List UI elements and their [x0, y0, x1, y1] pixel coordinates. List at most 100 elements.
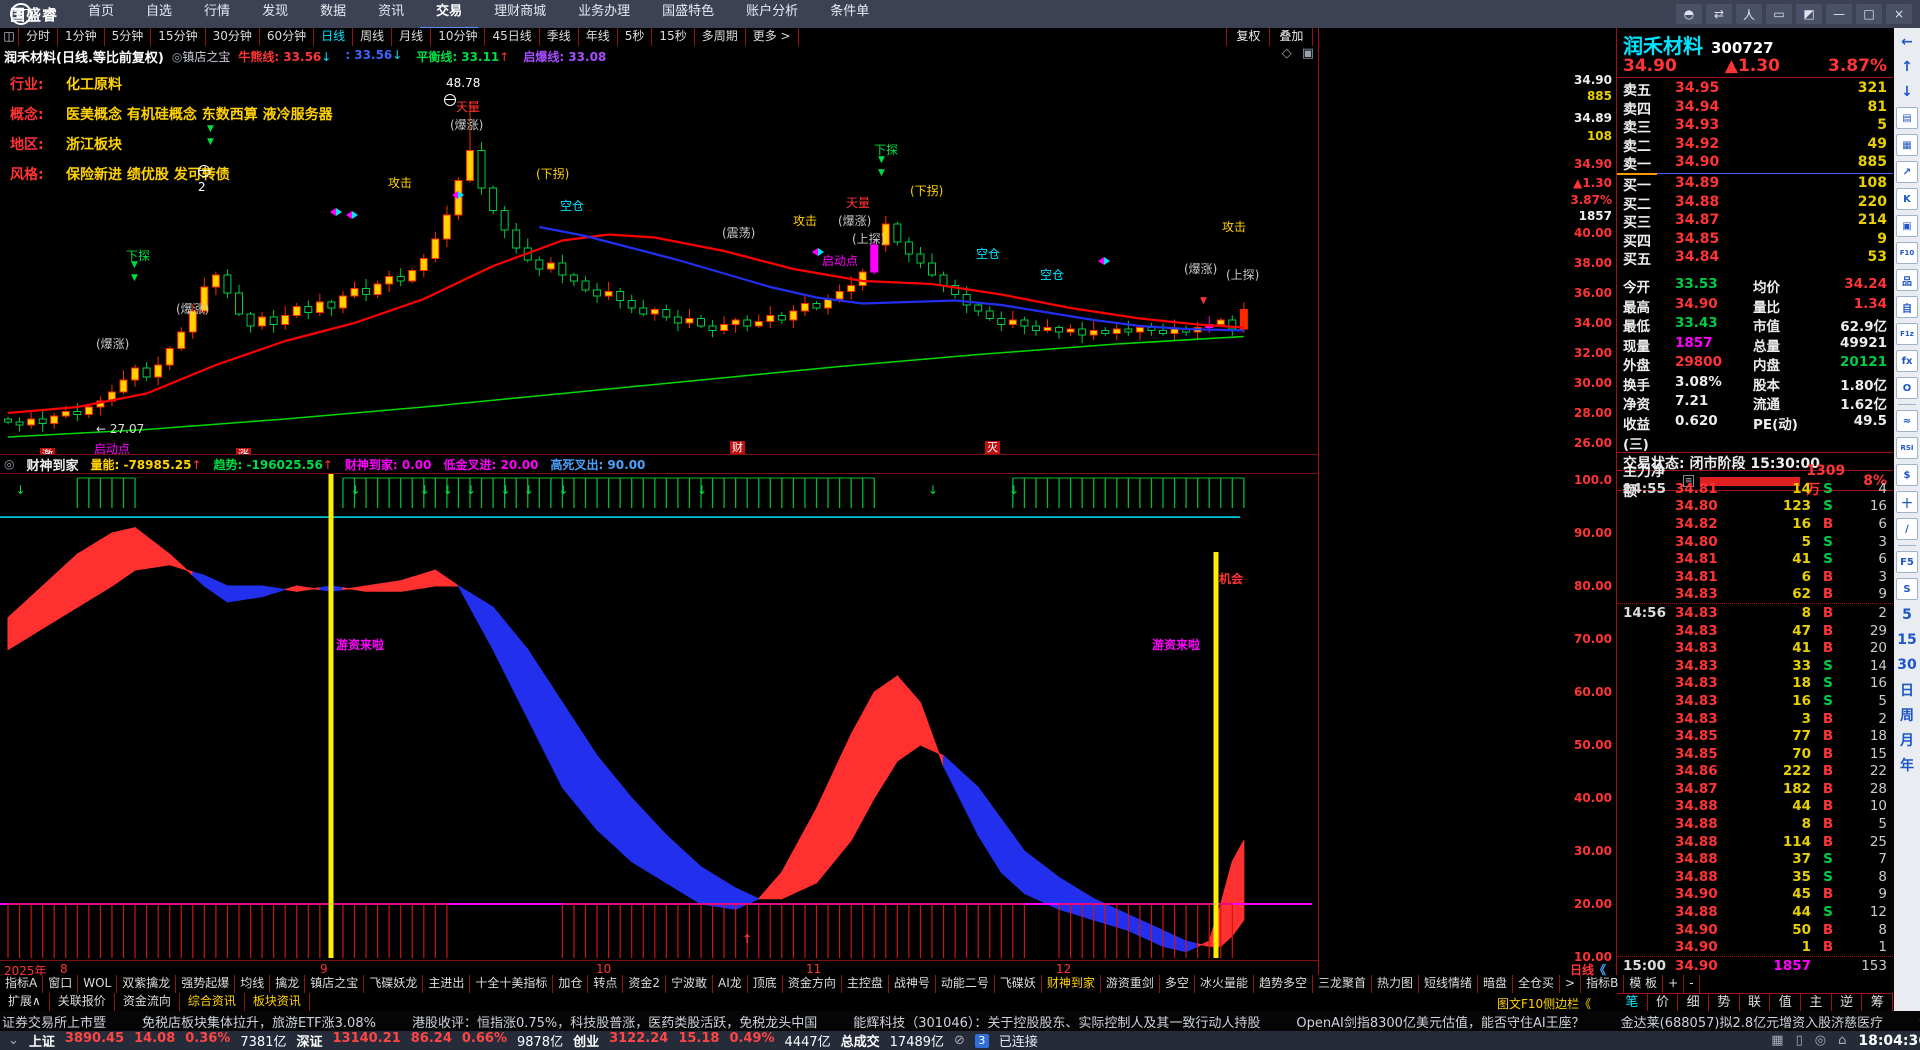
main-kline-chart[interactable]: [0, 66, 1318, 455]
period-tab-15秒[interactable]: 15秒: [652, 28, 695, 46]
indicator-tab-财神到家[interactable]: 财神到家: [1042, 975, 1101, 993]
quote-tab-细[interactable]: 细: [1678, 994, 1710, 1012]
home-icon[interactable]: ⌂: [1838, 1033, 1846, 1048]
extension-tab-关联报价[interactable]: 关联报价: [50, 993, 115, 1011]
quote-tab-逆[interactable]: 逆: [1832, 994, 1863, 1012]
indicator-tab-战神号[interactable]: 战神号: [889, 975, 936, 993]
period-tab-30分钟[interactable]: 30分钟: [206, 28, 260, 46]
indicator-tab-主控盘[interactable]: 主控盘: [842, 975, 889, 993]
f1z-icon[interactable]: F1z: [1896, 323, 1918, 345]
message-icon[interactable]: ◓: [1676, 4, 1702, 24]
indicator-tab-短线情绪[interactable]: 短线情绪: [1419, 975, 1479, 993]
menu-item-首页[interactable]: 首页: [72, 0, 130, 27]
indicator-tab-指标A[interactable]: 指标A: [0, 975, 44, 993]
quote-tab-势[interactable]: 势: [1709, 994, 1740, 1012]
indicator-tab-动能二号[interactable]: 动能二号: [936, 975, 995, 993]
period-tab-日线[interactable]: 日线: [314, 28, 354, 46]
indicator-chart[interactable]: ↓ ↓ ↓ ↓ ↓ ↓ ↓ ↓ ↓ ↓ ↓: [0, 472, 1318, 960]
down-arrow-icon[interactable]: ↓: [1897, 82, 1917, 102]
indicator-tab-飞碟妖龙[interactable]: 飞碟妖龙: [364, 975, 424, 993]
indicator-tab-擒龙[interactable]: 擒龙: [270, 975, 306, 993]
indicator-tab-主进出[interactable]: 主进出: [423, 975, 471, 993]
table-icon[interactable]: ▦: [1896, 134, 1918, 156]
panel-toggle-icon[interactable]: ◫: [0, 28, 18, 46]
tool-button-复权[interactable]: 复权: [1226, 28, 1269, 46]
indicator-tab--[interactable]: -: [1684, 975, 1700, 993]
news-ticker[interactable]: 证券交易所上市暨 免税店板块集体拉升，旅游ETF涨3.08% 港股收评：恒指涨0.7…: [0, 1011, 1920, 1031]
menu-item-交易[interactable]: 交易: [420, 0, 479, 30]
indicator-tab-转点[interactable]: 转点: [588, 975, 624, 993]
back-arrow-icon[interactable]: ←: [1897, 32, 1917, 52]
quote-tab-价[interactable]: 价: [1648, 994, 1679, 1012]
indicator-tab-指标B[interactable]: 指标B: [1581, 975, 1625, 993]
period-30[interactable]: 30: [1897, 655, 1917, 675]
news-headline[interactable]: 港股收评：恒指涨0.75%，科技股普涨，医药类股活跃，免税龙头中国: [412, 1012, 817, 1031]
menu-item-自选[interactable]: 自选: [130, 0, 188, 27]
menu-item-国盛特色[interactable]: 国盛特色: [646, 0, 730, 27]
indicator-tab-窗口[interactable]: 窗口: [43, 975, 79, 993]
extension-tab-扩展∧[interactable]: 扩展∧: [0, 993, 50, 1011]
quote-tab-联[interactable]: 联: [1740, 994, 1771, 1012]
indicator-tab-资金2[interactable]: 资金2: [623, 975, 667, 993]
kline-icon[interactable]: K: [1896, 188, 1918, 210]
indicator-tab-加仓[interactable]: 加仓: [553, 975, 589, 993]
indicator-tab-+[interactable]: +: [1663, 975, 1685, 993]
period-tab-更多 >[interactable]: 更多 >: [746, 28, 799, 46]
period-tab-45日线[interactable]: 45日线: [485, 28, 540, 46]
monitor-icon[interactable]: ▭: [1766, 4, 1792, 24]
refresh-icon[interactable]: S: [1896, 578, 1918, 600]
indicator-tab-趋势多空[interactable]: 趋势多空: [1254, 975, 1313, 993]
target-icon[interactable]: ◎: [1815, 1033, 1826, 1048]
indicator-tab-飞碟妖[interactable]: 飞碟妖: [995, 975, 1042, 993]
money-icon[interactable]: $: [1896, 464, 1918, 486]
indicator-tab-热力图[interactable]: 热力图: [1372, 975, 1419, 993]
mobile-icon[interactable]: ▯: [1796, 1033, 1803, 1048]
indicator-tab-镇店之宝[interactable]: 镇店之宝: [305, 975, 365, 993]
close-icon[interactable]: ×: [1886, 4, 1912, 24]
period-tab-15分钟[interactable]: 15分钟: [151, 28, 206, 46]
news-headline[interactable]: OpenAI剑指8300亿美元估值，能否守住AI王座？: [1296, 1012, 1584, 1031]
menu-item-发现[interactable]: 发现: [246, 0, 304, 27]
f10-icon[interactable]: F10: [1896, 242, 1918, 264]
indicator-tab-模 板[interactable]: 模 板: [1624, 975, 1664, 993]
indicator-tab->[interactable]: >: [1560, 975, 1582, 993]
indicator-tab-宁波敢[interactable]: 宁波敢: [666, 975, 714, 993]
indicator-header[interactable]: ◎ 财神到家 量能: -78985.25↑ 趋势: -196025.56↑ 财神到家: …: [0, 454, 1322, 474]
indicator-tab-资金方向[interactable]: 资金方向: [783, 975, 842, 993]
report-icon[interactable]: ▤: [1896, 107, 1918, 129]
trend-icon[interactable]: ↗: [1896, 161, 1918, 183]
settings-icon[interactable]: ⇄: [1706, 4, 1732, 24]
news-headline[interactable]: 能辉科技（301046）：关于控股股东、实际控制人及其一致行动人持股: [853, 1012, 1260, 1031]
move-icon[interactable]: 十: [1896, 491, 1918, 513]
maximize-icon[interactable]: □: [1856, 4, 1882, 24]
news-headline[interactable]: 证券交易所上市暨: [2, 1012, 106, 1031]
period-tab-1分钟[interactable]: 1分钟: [58, 28, 105, 46]
period-month[interactable]: 月: [1897, 730, 1917, 750]
function-icon[interactable]: fx: [1896, 350, 1918, 372]
indicator-tab-游资重剑[interactable]: 游资重剑: [1101, 975, 1160, 993]
period-15[interactable]: 15: [1897, 630, 1917, 650]
period-tab-季线[interactable]: 季线: [540, 28, 579, 46]
quote-tab-筹[interactable]: 筹: [1862, 994, 1894, 1012]
period-tab-10分钟[interactable]: 10分钟: [431, 28, 486, 46]
period-5[interactable]: 5: [1897, 605, 1917, 625]
circle-icon[interactable]: O: [1896, 377, 1918, 399]
indicator-tab-全仓买[interactable]: 全仓买: [1513, 975, 1561, 993]
menu-item-账户分析[interactable]: 账户分析: [730, 0, 814, 27]
keyboard-icon[interactable]: ▦: [1771, 1033, 1783, 1048]
theme-icon[interactable]: ◩: [1796, 4, 1822, 24]
period-tab-周线[interactable]: 周线: [353, 28, 393, 46]
news-headline[interactable]: 免税店板块集体拉升，旅游ETF涨3.08%: [142, 1012, 376, 1031]
indicator-tab-冰火量能[interactable]: 冰火量能: [1195, 975, 1254, 993]
wave-icon[interactable]: ≈: [1896, 410, 1918, 432]
extension-tab-板块资讯[interactable]: 板块资讯: [245, 993, 310, 1011]
multi-window-icon[interactable]: ▣: [1896, 215, 1918, 237]
menu-item-数据[interactable]: 数据: [304, 0, 362, 27]
f5-icon[interactable]: F5: [1896, 551, 1918, 573]
indicator-tab-AI龙[interactable]: AI龙: [713, 975, 748, 993]
pencil-icon[interactable]: ∕: [1896, 518, 1918, 540]
person-icon[interactable]: 人: [1736, 4, 1762, 24]
diamond-icon[interactable]: ◇: [1282, 46, 1292, 61]
quote-tab-笔[interactable]: 笔: [1617, 994, 1648, 1012]
split-pane-icon[interactable]: ▣: [1302, 46, 1314, 61]
